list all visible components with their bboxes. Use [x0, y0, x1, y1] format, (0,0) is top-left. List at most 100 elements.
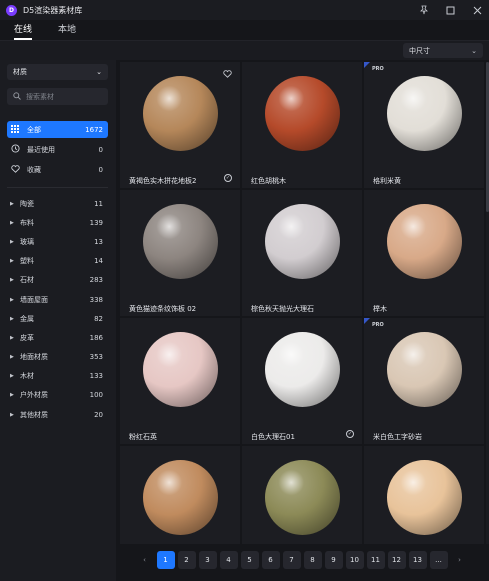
filter-favorites[interactable]: 收藏 0: [7, 161, 108, 178]
material-preview-sphere: [387, 332, 462, 407]
pro-badge: PRO: [372, 66, 384, 72]
chevron-down-icon: ⌄: [96, 68, 102, 76]
material-card[interactable]: 榉木: [364, 190, 484, 316]
page-button[interactable]: 1: [156, 551, 175, 569]
category-label: 陶瓷: [20, 199, 34, 208]
category-item[interactable]: ▶ 墙面屋面 338: [7, 290, 108, 309]
downloaded-check-icon: ✓: [346, 430, 354, 438]
material-name: 粉红石英: [129, 433, 157, 441]
material-name: 榉木: [373, 305, 387, 313]
filter-recent[interactable]: 最近使用 0: [7, 141, 108, 158]
category-item[interactable]: ▶ 皮革 186: [7, 328, 108, 347]
page-button[interactable]: 8: [303, 551, 322, 569]
filter-all-count: 1672: [85, 125, 103, 134]
filter-all[interactable]: 全部 1672: [7, 121, 108, 138]
favorite-heart-icon[interactable]: [223, 70, 232, 80]
page-button[interactable]: 3: [198, 551, 217, 569]
filter-recent-label: 最近使用: [27, 145, 55, 154]
category-count: 283: [89, 276, 103, 285]
material-preview-sphere: [143, 76, 218, 151]
category-item[interactable]: ▶ 布料 139: [7, 213, 108, 232]
material-card[interactable]: PRO 格利米黄: [364, 62, 484, 188]
material-card[interactable]: PRO 米白色工字砂岩: [364, 318, 484, 444]
category-label: 地面材质: [20, 353, 48, 362]
search-placeholder: 搜索素材: [26, 92, 54, 101]
page-button[interactable]: 5: [240, 551, 259, 569]
sidebar: 材质 ⌄ 搜索素材 全部 1672 最近使用 0 收藏 0 ▶ 陶瓷 11 ▶ …: [0, 60, 116, 581]
page-button[interactable]: 7: [282, 551, 301, 569]
material-preview-sphere: [265, 204, 340, 279]
category-item[interactable]: ▶ 陶瓷 11: [7, 194, 108, 213]
category-item[interactable]: ▶ 木材 133: [7, 367, 108, 386]
category-count: 186: [89, 333, 103, 342]
material-preview-sphere: [265, 76, 340, 151]
material-card[interactable]: [364, 446, 484, 544]
category-label: 石材: [20, 276, 34, 285]
material-category-list: ▶ 陶瓷 11 ▶ 布料 139 ▶ 玻璃 13 ▶ 塑料 14 ▶ 石材 283 ▶ 墙面屋面 338…: [7, 194, 108, 424]
caret-right-icon: ▶: [10, 200, 14, 207]
material-card[interactable]: 黄色猫迹条纹饰板 02: [120, 190, 240, 316]
view-options-bar: 中尺寸 ⌄: [0, 40, 489, 60]
page-button[interactable]: 9: [324, 551, 343, 569]
caret-right-icon: ▶: [10, 238, 14, 245]
page-button[interactable]: 6: [261, 551, 280, 569]
filter-favorites-count: 0: [98, 165, 103, 174]
quick-filter-list: 全部 1672 最近使用 0 收藏 0: [7, 121, 108, 181]
prev-page-button[interactable]: ‹: [136, 551, 154, 569]
pro-corner-marker: [364, 318, 370, 324]
category-label: 墙面屋面: [20, 295, 48, 304]
close-icon[interactable]: [472, 5, 483, 16]
category-item[interactable]: ▶ 石材 283: [7, 271, 108, 290]
material-card[interactable]: [242, 446, 362, 544]
material-grid: ✓ 黄褐色实木拼花地板2 红色胡桃木 PRO 格利米黄黄色猫迹条纹饰板 02 棕色秋天抛光…: [120, 62, 484, 544]
caret-right-icon: ▶: [10, 354, 14, 361]
category-item[interactable]: ▶ 玻璃 13: [7, 232, 108, 251]
category-item[interactable]: ▶ 塑料 14: [7, 252, 108, 271]
caret-right-icon: ▶: [10, 277, 14, 284]
material-card[interactable]: ✓ 黄褐色实木拼花地板2: [120, 62, 240, 188]
search-input[interactable]: 搜索素材: [7, 88, 108, 105]
filter-favorites-label: 收藏: [27, 165, 41, 174]
next-page-button[interactable]: ›: [451, 551, 469, 569]
clock-icon: [11, 144, 23, 155]
material-preview-sphere: [143, 460, 218, 535]
material-preview-sphere: [265, 460, 340, 535]
category-label: 布料: [20, 218, 34, 227]
category-item[interactable]: ▶ 金属 82: [7, 309, 108, 328]
material-card[interactable]: 红色胡桃木: [242, 62, 362, 188]
material-name: 白色大理石01: [251, 433, 295, 441]
material-card[interactable]: 粉红石英: [120, 318, 240, 444]
caret-right-icon: ▶: [10, 296, 14, 303]
downloaded-check-icon: ✓: [224, 174, 232, 182]
category-count: 338: [89, 295, 103, 304]
caret-right-icon: ▶: [10, 411, 14, 418]
filter-all-label: 全部: [27, 125, 41, 134]
category-label: 木材: [20, 372, 34, 381]
material-preview-sphere: [387, 76, 462, 151]
material-name: 棕色秋天抛光大理石: [251, 305, 314, 313]
material-preview-sphere: [265, 332, 340, 407]
pro-badge: PRO: [372, 322, 384, 328]
material-card[interactable]: 棕色秋天抛光大理石: [242, 190, 362, 316]
page-button[interactable]: 2: [177, 551, 196, 569]
material-card[interactable]: ✓ 白色大理石01: [242, 318, 362, 444]
maximize-icon[interactable]: [445, 5, 456, 16]
page-button[interactable]: ...: [429, 551, 448, 569]
material-type-select[interactable]: 材质 ⌄: [7, 64, 108, 80]
page-button[interactable]: 10: [345, 551, 364, 569]
category-label: 玻璃: [20, 237, 34, 246]
pin-icon[interactable]: [418, 5, 429, 16]
source-tabs: 在线 本地: [0, 20, 489, 40]
page-button[interactable]: 13: [408, 551, 427, 569]
tab-online[interactable]: 在线: [4, 20, 42, 40]
page-button[interactable]: 12: [387, 551, 406, 569]
category-item[interactable]: ▶ 其他材质 20: [7, 405, 108, 424]
tab-local[interactable]: 本地: [48, 20, 86, 40]
category-item[interactable]: ▶ 地面材质 353: [7, 348, 108, 367]
page-button[interactable]: 11: [366, 551, 385, 569]
material-card[interactable]: [120, 446, 240, 544]
category-item[interactable]: ▶ 户外材质 100: [7, 386, 108, 405]
page-button[interactable]: 4: [219, 551, 238, 569]
caret-right-icon: ▶: [10, 315, 14, 322]
size-select[interactable]: 中尺寸 ⌄: [403, 43, 483, 58]
